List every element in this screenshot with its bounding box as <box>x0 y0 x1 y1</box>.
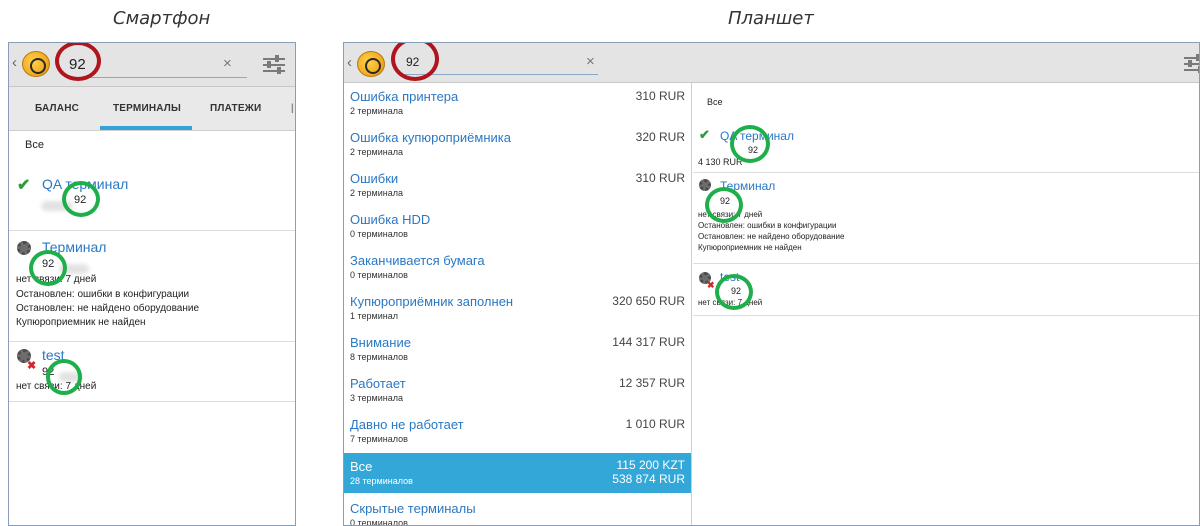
status-list-panel: Ошибка принтера 2 терминала 310 RUR Ошиб… <box>344 83 692 526</box>
status-list-item[interactable]: Заканчивается бумага 0 терминалов <box>344 247 691 288</box>
status-list-item[interactable]: Давно не работает 7 терминалов 1 010 RUR <box>344 411 691 452</box>
status-list-item[interactable]: Скрытые терминалы 0 терминалов <box>344 495 691 526</box>
clear-search-icon[interactable]: × <box>223 55 232 72</box>
phone-caption: Смартфон <box>113 8 211 29</box>
status-name: Внимание <box>350 335 411 350</box>
back-icon[interactable]: ‹ <box>12 54 17 71</box>
status-name: Все <box>350 459 373 474</box>
status-count: 8 терминалов <box>350 352 408 362</box>
status-amount: 1 010 RUR <box>625 417 685 431</box>
checkmark-icon: ✔ <box>699 127 710 142</box>
status-count: 7 терминалов <box>350 434 408 444</box>
status-line: Остановлен: не найдено оборудование <box>698 232 845 241</box>
number-highlight-ring <box>29 250 67 286</box>
back-icon[interactable]: ‹ <box>347 54 352 71</box>
tab-balance[interactable]: БАЛАНС <box>35 103 79 114</box>
search-underline <box>67 77 247 78</box>
status-list-item[interactable]: Работает 3 терминала 12 357 RUR <box>344 370 691 411</box>
divider <box>693 315 1199 316</box>
gear-icon <box>17 241 31 255</box>
tablet-frame: ‹ 92 × Ошибка принтера 2 терминала 310 R… <box>343 42 1200 526</box>
status-count: 3 терминала <box>350 393 403 403</box>
terminal-balance: 4 130 RUR <box>698 157 743 167</box>
terminal-row-test[interactable]: ✖ test 92 нет связи: 7 дней <box>693 266 1199 314</box>
error-x-icon: ✖ <box>27 360 37 372</box>
status-list-item-selected[interactable]: Все 28 терминалов 115 200 KZT 538 874 RU… <box>344 453 691 493</box>
status-amount: 12 357 RUR <box>618 376 685 390</box>
status-amount: 320 650 RUR <box>612 294 685 308</box>
gear-icon <box>699 179 711 191</box>
status-count: 28 терминалов <box>350 476 413 486</box>
app-logo-icon[interactable] <box>22 51 50 77</box>
status-amount-secondary: 538 874 RUR <box>612 472 685 486</box>
terminal-detail-panel: Все ✔ QA терминал 92 4 130 RUR Терминал … <box>693 83 1199 525</box>
tab-overflow-indicator: | <box>291 103 294 114</box>
all-filter-label[interactable]: Все <box>707 97 723 107</box>
status-line: Купюроприемник не найден <box>698 243 802 252</box>
status-name: Ошибка принтера <box>350 89 459 104</box>
status-count: 0 терминалов <box>350 270 408 280</box>
status-amount: 310 RUR <box>635 89 685 103</box>
status-amount: 310 RUR <box>635 171 685 185</box>
status-name: Давно не работает <box>350 417 464 432</box>
status-list-item[interactable]: Внимание 8 терминалов 144 317 RUR <box>344 329 691 370</box>
status-amount: 115 200 KZT <box>616 458 685 472</box>
status-count: 2 терминала <box>350 147 403 157</box>
status-list-item[interactable]: Ошибки 2 терминала 310 RUR <box>344 165 691 206</box>
number-highlight-ring <box>730 125 770 163</box>
number-highlight-ring <box>715 274 753 310</box>
active-tab-indicator <box>100 126 192 130</box>
status-name: Купюроприёмник заполнен <box>350 294 514 309</box>
status-name: Скрытые терминалы <box>350 501 476 516</box>
status-amount: 320 RUR <box>635 130 685 144</box>
phone-toolbar: ‹ 92 × <box>9 43 295 87</box>
clear-search-icon[interactable]: × <box>586 53 595 70</box>
number-highlight-ring <box>46 359 82 395</box>
status-amount: 144 317 RUR <box>612 335 685 349</box>
tablet-caption: Планшет <box>728 8 814 29</box>
divider <box>693 263 1199 264</box>
terminal-row-terminal[interactable]: Терминал 92 нет связи: 7 дней Остановлен… <box>693 173 1199 265</box>
phone-frame: ‹ 92 × БАЛАНС ТЕРМИНАЛЫ ПЛАТЕЖИ | Все ✔ … <box>8 42 296 526</box>
status-count: 0 терминалов <box>350 229 408 239</box>
app-logo-icon[interactable] <box>357 51 385 77</box>
number-highlight-ring <box>62 181 100 217</box>
number-highlight-ring <box>705 187 743 223</box>
tablet-toolbar: ‹ 92 × <box>344 43 1199 83</box>
divider <box>9 230 295 231</box>
status-list-item[interactable]: Ошибка принтера 2 терминала 310 RUR <box>344 83 691 124</box>
all-filter-label[interactable]: Все <box>25 139 44 151</box>
status-count: 0 терминалов <box>350 518 408 526</box>
terminal-row-qa[interactable]: ✔ QA терминал 92 <box>9 171 295 231</box>
phone-tab-bar: БАЛАНС ТЕРМИНАЛЫ ПЛАТЕЖИ | <box>9 87 295 131</box>
filter-settings-icon[interactable] <box>1184 54 1199 74</box>
status-line: Купюроприемник не найден <box>16 317 146 328</box>
status-name: Работает <box>350 376 406 391</box>
error-x-icon: ✖ <box>707 280 715 290</box>
search-highlight-ring <box>55 43 101 81</box>
checkmark-icon: ✔ <box>17 177 31 194</box>
status-list-item[interactable]: Ошибка купюроприёмника 2 терминала 320 R… <box>344 124 691 165</box>
status-line: Остановлен: ошибки в конфигурации <box>16 289 190 300</box>
status-count: 1 терминал <box>350 311 398 321</box>
divider <box>9 341 295 342</box>
divider <box>9 401 295 402</box>
tab-payments[interactable]: ПЛАТЕЖИ <box>210 103 261 114</box>
status-list-item[interactable]: Ошибка HDD 0 терминалов <box>344 206 691 247</box>
status-name: Ошибки <box>350 171 399 186</box>
filter-settings-icon[interactable] <box>263 55 285 75</box>
status-count: 2 терминала <box>350 106 403 116</box>
status-name: Ошибка HDD <box>350 212 431 227</box>
status-name: Ошибка купюроприёмника <box>350 130 511 145</box>
tab-terminals[interactable]: ТЕРМИНАЛЫ <box>113 103 181 114</box>
status-line: Остановлен: не найдено оборудование <box>16 303 200 314</box>
status-list-item[interactable]: Купюроприёмник заполнен 1 терминал 320 6… <box>344 288 691 329</box>
status-name: Заканчивается бумага <box>350 253 485 268</box>
status-count: 2 терминала <box>350 188 403 198</box>
